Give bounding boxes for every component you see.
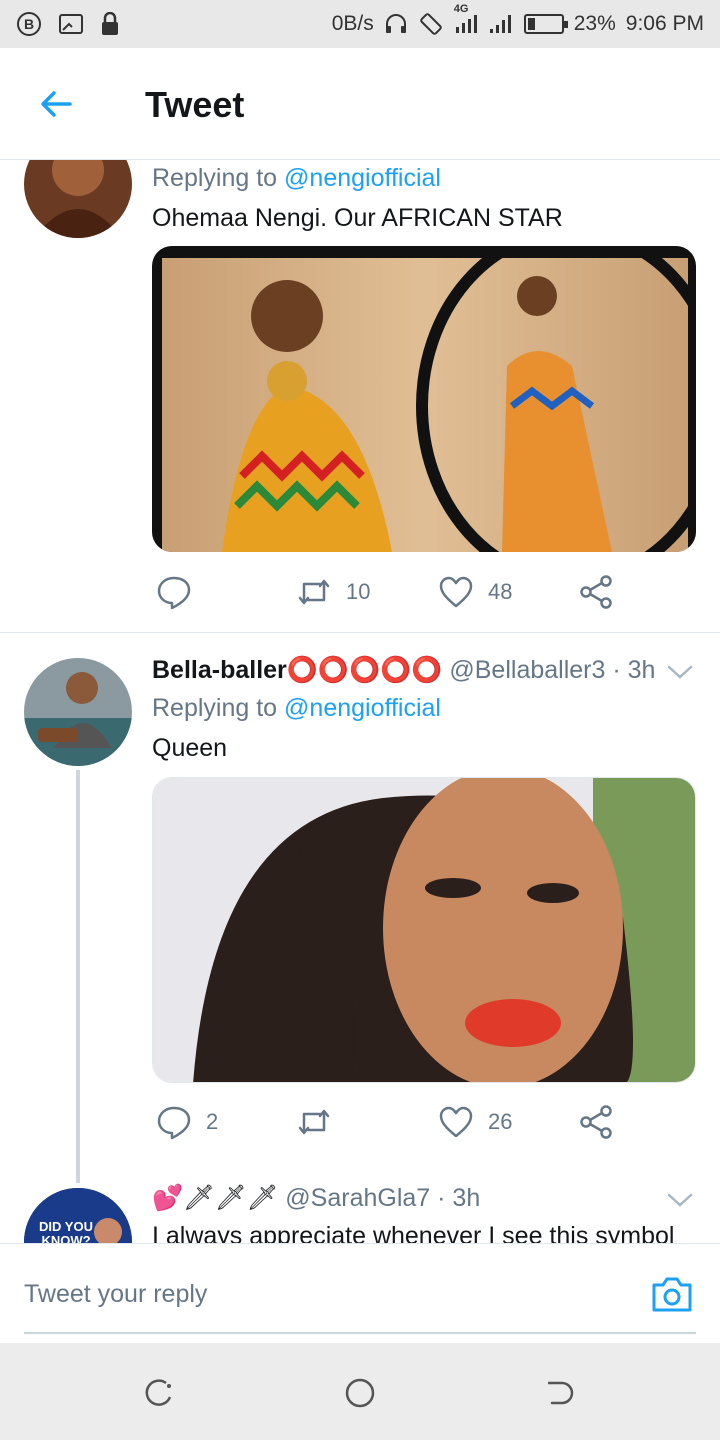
tweet-actions: 2 26 bbox=[152, 1104, 696, 1148]
user-handle[interactable]: @SarahGla7 bbox=[285, 1184, 430, 1212]
network-speed: 0B/s bbox=[331, 12, 374, 35]
tweet-image[interactable] bbox=[152, 246, 696, 552]
back-icon[interactable] bbox=[544, 1377, 576, 1409]
home-icon[interactable] bbox=[344, 1377, 376, 1409]
reply-underline bbox=[24, 1332, 696, 1334]
status-bar: B 0B/s 4G 23% 9:06 PM bbox=[0, 0, 720, 48]
reply-composer: Tweet your reply bbox=[0, 1243, 720, 1343]
reply-button[interactable]: 2 bbox=[156, 1104, 218, 1140]
like-button[interactable]: 26 bbox=[438, 1104, 512, 1140]
recent-apps-icon[interactable] bbox=[144, 1377, 176, 1409]
reply-button[interactable] bbox=[156, 574, 206, 610]
avatar[interactable] bbox=[24, 658, 132, 766]
retweet-icon bbox=[298, 579, 330, 605]
tweet-text: Ohemaa Nengi. Our AFRICAN STAR bbox=[152, 204, 563, 232]
retweet-button[interactable]: 10 bbox=[296, 574, 370, 610]
retweet-button[interactable] bbox=[296, 1104, 346, 1140]
cast-icon bbox=[58, 13, 84, 35]
page-title: Tweet bbox=[145, 84, 245, 125]
mention-link[interactable]: @nengiofficial bbox=[284, 164, 441, 192]
chevron-down-icon[interactable] bbox=[666, 662, 694, 682]
like-count: 26 bbox=[488, 1109, 513, 1134]
reply-input[interactable]: Tweet your reply bbox=[24, 1280, 207, 1309]
replying-to: Replying to @nengiofficial bbox=[152, 164, 441, 193]
retweet-count: 10 bbox=[346, 579, 371, 604]
chevron-down-icon[interactable] bbox=[666, 1190, 694, 1210]
tweet-header: Bella-baller⭕⭕⭕⭕⭕ @Bellaballer3 · 3h bbox=[152, 656, 655, 685]
avatar[interactable] bbox=[24, 160, 132, 238]
share-icon bbox=[580, 575, 612, 609]
lock-icon bbox=[100, 12, 120, 36]
retweet-icon bbox=[298, 1109, 330, 1135]
reply-icon bbox=[157, 576, 191, 610]
back-arrow-icon[interactable] bbox=[36, 84, 76, 124]
like-icon bbox=[439, 1106, 473, 1138]
avatar[interactable]: DID YOU KNOW? bbox=[24, 1188, 132, 1243]
app-header: Tweet bbox=[0, 48, 720, 160]
mention-link[interactable]: @nengiofficial bbox=[284, 694, 441, 722]
reply-feed[interactable]: Replying to @nengiofficial Ohemaa Nengi.… bbox=[0, 160, 720, 1243]
avatar-text: DID YOU KNOW? bbox=[39, 1219, 93, 1244]
tweet-text: I always appreciate whenever I see this … bbox=[152, 1222, 675, 1243]
display-name[interactable]: Bella-baller⭕⭕⭕⭕⭕ bbox=[152, 656, 442, 684]
battery-percent: 23% bbox=[573, 12, 616, 35]
tweet-image[interactable] bbox=[152, 777, 696, 1083]
share-button[interactable] bbox=[578, 1104, 614, 1140]
replying-label: Replying to bbox=[152, 694, 278, 722]
signal-icon bbox=[488, 13, 514, 35]
reply-icon bbox=[157, 1106, 191, 1140]
reply-count: 2 bbox=[206, 1109, 219, 1134]
like-icon bbox=[439, 576, 473, 608]
tweet-header: 💕🗡🗡🗡 @SarahGla7 · 3h bbox=[152, 1184, 480, 1213]
clock: 9:06 PM bbox=[625, 12, 704, 35]
like-count: 48 bbox=[488, 579, 513, 604]
share-button[interactable] bbox=[578, 574, 614, 610]
tweet-time: · 3h bbox=[437, 1184, 481, 1212]
share-icon bbox=[580, 1105, 612, 1139]
replying-label: Replying to bbox=[152, 164, 278, 192]
svg-text:B: B bbox=[24, 16, 34, 32]
display-name[interactable]: 💕🗡🗡🗡 bbox=[152, 1184, 278, 1212]
like-button[interactable]: 48 bbox=[438, 574, 512, 610]
b-circle-icon: B bbox=[16, 11, 42, 37]
battery-icon bbox=[523, 14, 568, 34]
tweet-screen: B 0B/s 4G 23% 9:06 PM Tweet Replying to … bbox=[0, 0, 720, 1440]
headphones-icon bbox=[384, 13, 408, 35]
tweet-actions: 10 48 bbox=[152, 574, 696, 618]
rotate-icon bbox=[418, 11, 444, 37]
divider bbox=[0, 632, 720, 633]
user-handle[interactable]: @Bellaballer3 bbox=[449, 656, 605, 684]
tweet-text: Queen bbox=[152, 734, 228, 762]
thread-line bbox=[76, 770, 80, 1183]
signal-4g-icon: 4G bbox=[454, 3, 478, 35]
camera-icon[interactable] bbox=[650, 1274, 694, 1314]
replying-to: Replying to @nengiofficial bbox=[152, 694, 441, 723]
system-nav-bar bbox=[0, 1343, 720, 1440]
tweet-time: · 3h bbox=[612, 656, 656, 684]
network-type: 4G bbox=[453, 3, 469, 15]
